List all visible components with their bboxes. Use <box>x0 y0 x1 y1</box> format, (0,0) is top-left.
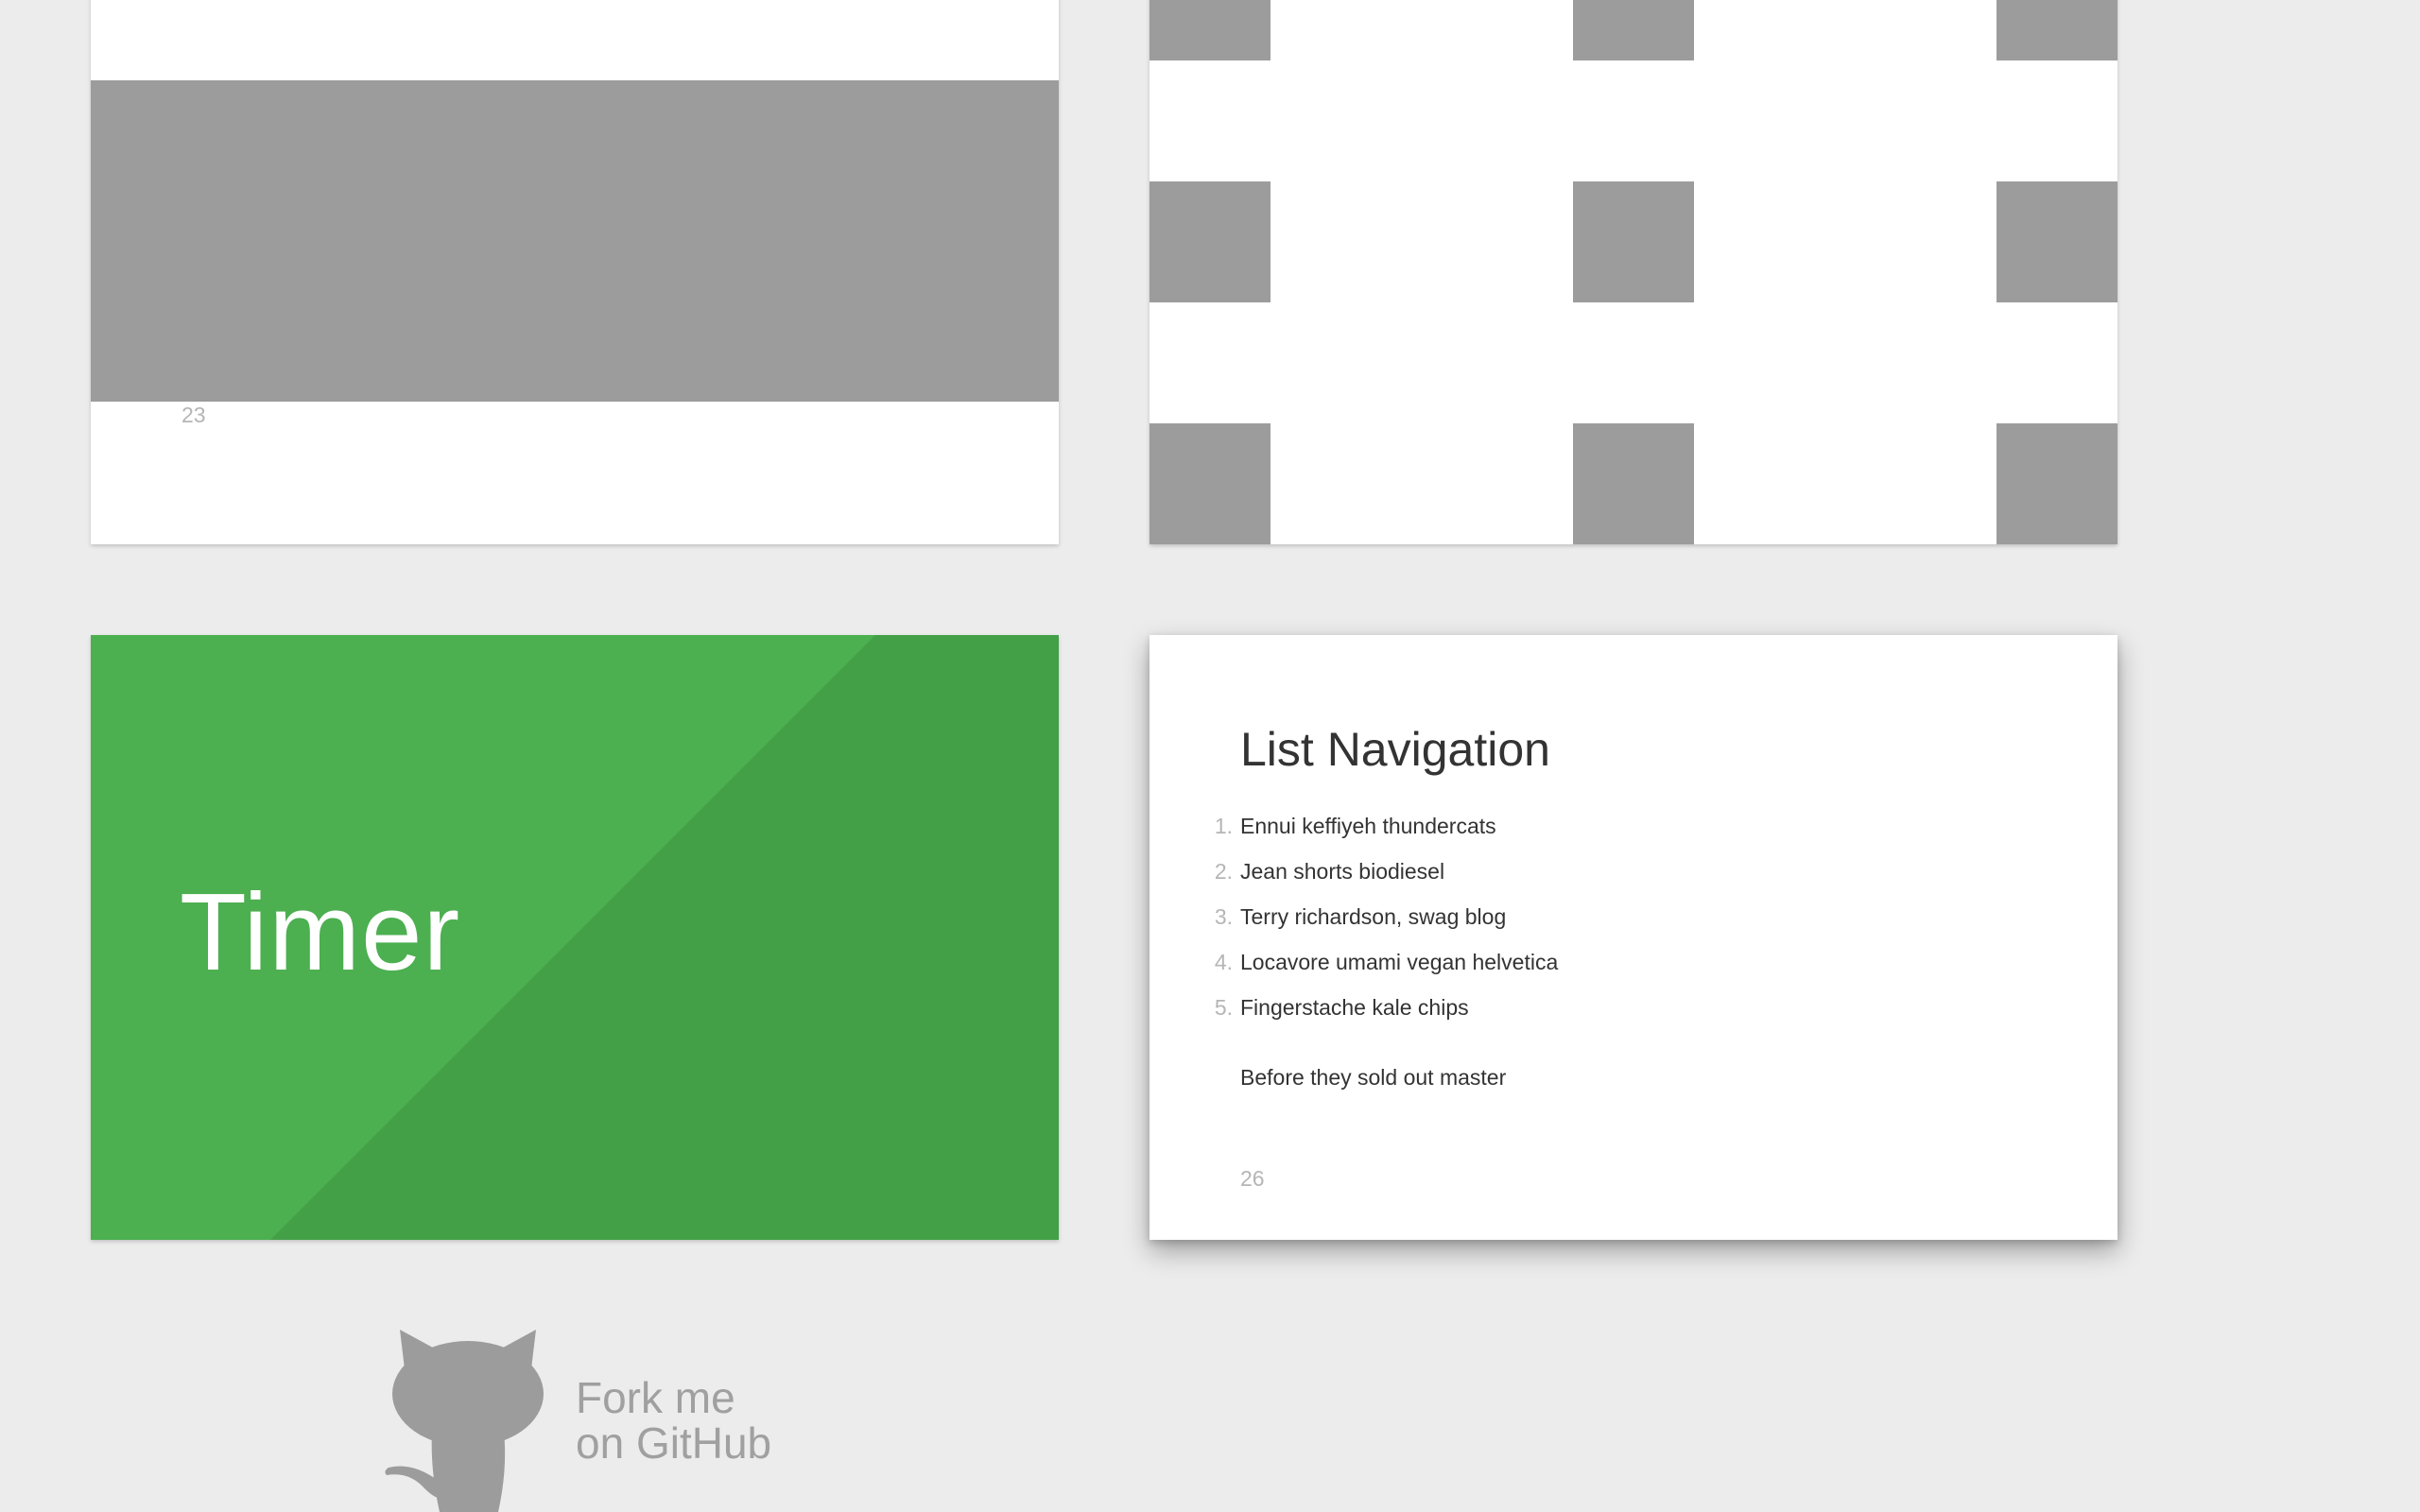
slide-number: 23 <box>182 403 206 427</box>
list-text: Terry richardson, swag blog <box>1240 904 1507 929</box>
list-number: 2. <box>1214 859 1233 884</box>
numbered-list: 1. Ennui keffiyeh thundercats 2. Jean shor… <box>1210 815 1558 1041</box>
slide-title: List Navigation <box>1240 723 1550 776</box>
grid-square <box>1150 0 1270 60</box>
slide-list-navigation[interactable]: List Navigation 1. Ennui keffiyeh thunder… <box>1150 635 2118 1240</box>
octocat-icon <box>385 1330 544 1512</box>
paragraph: Before they sold out master <box>1240 1065 1507 1090</box>
grid-square <box>1996 423 2118 544</box>
list-item: 5. Fingerstache kale chips <box>1210 996 1558 1041</box>
grid-square <box>1996 0 2118 60</box>
slide-timer[interactable]: Timer <box>91 635 1059 1240</box>
list-text: Ennui keffiyeh thundercats <box>1240 814 1496 838</box>
grid-square <box>1573 0 1694 60</box>
list-text: Locavore umami vegan helvetica <box>1240 950 1559 974</box>
fork-line-2: on GitHub <box>576 1418 772 1468</box>
grid-square <box>1150 181 1270 302</box>
grid-square <box>1573 423 1694 544</box>
grid-square <box>1150 423 1270 544</box>
fork-text: Fork me on GitHub <box>576 1375 771 1466</box>
grid-square <box>1573 181 1694 302</box>
list-text: Fingerstache kale chips <box>1240 995 1469 1020</box>
list-text: Jean shorts biodiesel <box>1240 859 1445 884</box>
slide-23[interactable]: 23 <box>91 0 1059 544</box>
slide-number: 26 <box>1240 1166 1265 1191</box>
list-item: 4. Locavore umami vegan helvetica <box>1210 951 1558 996</box>
list-number: 3. <box>1214 904 1233 929</box>
placeholder-image-band <box>91 80 1059 402</box>
slide-24[interactable] <box>1150 0 2118 544</box>
list-item: 2. Jean shorts biodiesel <box>1210 860 1558 905</box>
slide-title: Timer <box>180 870 461 993</box>
fork-line-1: Fork me <box>576 1373 735 1422</box>
list-item: 3. Terry richardson, swag blog <box>1210 905 1558 951</box>
grid-square <box>1996 181 2118 302</box>
list-number: 5. <box>1214 995 1233 1020</box>
fork-on-github-link[interactable]: Fork me on GitHub <box>383 1328 799 1512</box>
list-number: 1. <box>1214 814 1233 838</box>
list-number: 4. <box>1214 950 1233 974</box>
list-item: 1. Ennui keffiyeh thundercats <box>1210 815 1558 860</box>
